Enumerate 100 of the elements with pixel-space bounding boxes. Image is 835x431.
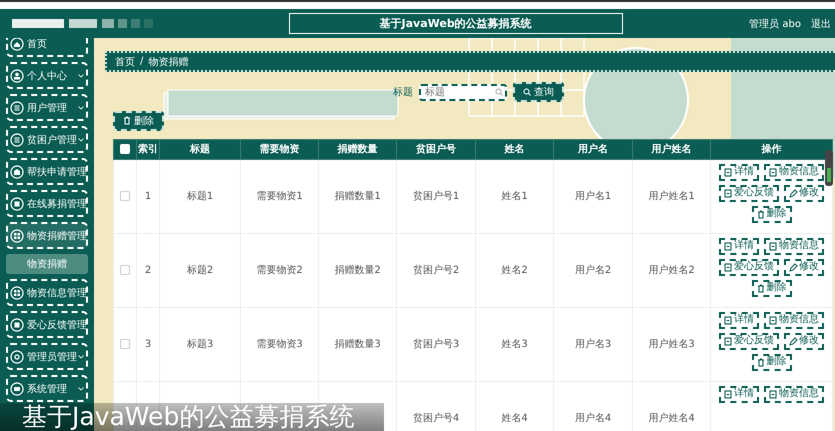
table-cell: 捐赠数量1 — [318, 159, 396, 233]
grid-icon — [10, 228, 24, 242]
table-cell: 用户姓名2 — [632, 233, 710, 307]
submenu-item[interactable]: 物资捐赠 — [6, 254, 88, 274]
action-button[interactable]: 爱心反馈 — [719, 332, 779, 350]
action-button[interactable]: 物资信息 — [764, 312, 824, 328]
building-icon — [10, 164, 24, 178]
action-button[interactable]: 修改 — [784, 258, 824, 276]
trash-icon — [123, 116, 131, 125]
menu-item[interactable]: 在线募捐管理 — [6, 190, 88, 217]
table-cell: 标题2 — [160, 233, 240, 307]
table-cell: 姓名3 — [476, 307, 554, 381]
table-cell: 需要物资2 — [240, 233, 318, 307]
menu-item[interactable]: 管理员管理 — [6, 343, 88, 370]
column-header: 姓名 — [476, 139, 554, 159]
chevron-icon — [78, 355, 84, 359]
delete-button[interactable]: 删除 — [113, 110, 164, 130]
table-cell: 用户名3 — [554, 307, 632, 381]
column-header: 索引 — [136, 139, 160, 159]
chevron-icon — [78, 138, 84, 142]
search-button[interactable]: 查询 — [513, 82, 564, 102]
table-cell: 3 — [136, 307, 160, 381]
action-button[interactable]: 修改 — [784, 184, 824, 202]
breadcrumb-link[interactable]: 物资捐赠 — [148, 54, 188, 68]
breadcrumb-separator: / — [140, 56, 144, 67]
table-cell: 用户名1 — [554, 159, 632, 233]
action-button[interactable]: 修改 — [784, 332, 824, 350]
column-header: 操作 — [710, 139, 832, 159]
table-cell: 贫困户号2 — [396, 233, 476, 307]
pencil-icon — [789, 336, 798, 346]
home-icon — [10, 38, 24, 50]
table-cell: 用户姓名1 — [632, 159, 710, 233]
document-icon — [724, 316, 733, 324]
menu-item[interactable]: 帮扶申请管理 — [6, 158, 88, 185]
breadcrumb-link[interactable]: 首页 — [115, 54, 135, 68]
grid-icon — [10, 286, 24, 300]
search-icon — [495, 88, 503, 96]
table-cell: 姓名2 — [476, 233, 554, 307]
user-icon — [10, 68, 24, 82]
table-cell: 标题1 — [160, 159, 240, 233]
menu-item[interactable]: 用户管理 — [6, 94, 88, 121]
document-icon — [769, 242, 778, 250]
user-name: 管理员 abo — [749, 18, 801, 30]
table-cell: 贫困户号1 — [396, 159, 476, 233]
action-button[interactable]: 删除 — [752, 280, 792, 296]
column-header: 贫困户号 — [396, 139, 476, 159]
document-icon — [769, 390, 778, 398]
action-button[interactable]: 详情 — [719, 312, 759, 328]
search-icon — [523, 88, 531, 96]
menu-item[interactable]: 爱心反馈管理 — [6, 311, 88, 338]
scrollbar[interactable] — [825, 150, 833, 186]
trash-icon — [756, 358, 766, 366]
document-icon — [724, 168, 733, 176]
table-cell: 捐赠数量2 — [318, 233, 396, 307]
document-icon — [724, 390, 733, 398]
action-button[interactable]: 删除 — [752, 354, 792, 370]
chat-icon — [10, 382, 24, 396]
column-header: 需要物资 — [240, 139, 318, 159]
column-header: 用户姓名 — [632, 139, 710, 159]
checkbox[interactable] — [120, 264, 130, 275]
table-cell: 用户姓名3 — [632, 307, 710, 381]
action-button[interactable]: 删除 — [752, 206, 792, 222]
document-icon — [769, 168, 778, 176]
table-cell: 标题3 — [160, 307, 240, 381]
menu-item[interactable]: 个人中心 — [6, 62, 88, 89]
table-cell: 需要物资1 — [240, 159, 318, 233]
table-cell: 贫困户号3 — [396, 307, 476, 381]
menu-item[interactable]: 首页 — [6, 38, 88, 57]
checkbox[interactable] — [120, 338, 130, 349]
search-field[interactable]: 标题 — [419, 84, 507, 100]
table-cell: 需要物资3 — [240, 307, 318, 381]
action-button[interactable]: 详情 — [719, 386, 759, 402]
checkbox[interactable] — [120, 190, 130, 201]
action-button[interactable]: 物资信息 — [764, 164, 824, 180]
table-cell: 2 — [136, 233, 160, 307]
action-button[interactable]: 详情 — [719, 238, 759, 254]
chevron-icon — [78, 106, 84, 110]
action-button[interactable]: 物资信息 — [764, 386, 824, 402]
chevron-icon — [78, 387, 84, 391]
table-cell: 1 — [136, 159, 160, 233]
action-button[interactable]: 详情 — [719, 164, 759, 180]
table-cell: 捐赠数量3 — [318, 307, 396, 381]
table-cell: 用户名2 — [554, 233, 632, 307]
menu-item[interactable]: 物资捐赠管理 — [6, 222, 88, 249]
action-button[interactable]: 物资信息 — [764, 238, 824, 254]
gear-icon — [10, 350, 24, 364]
document-icon — [724, 242, 733, 250]
window-title: 基于JavaWeb的公益募捐系统 — [288, 13, 623, 34]
table-cell: 姓名1 — [476, 159, 554, 233]
trash-icon — [756, 284, 766, 292]
menu-item[interactable]: 物资信息管理 — [6, 279, 88, 306]
search-label: 标题 — [393, 86, 413, 99]
chevron-icon — [78, 74, 84, 78]
logout-link[interactable]: 退出 — [811, 16, 831, 30]
menu-item[interactable]: 贫困户管理 — [6, 126, 88, 153]
action-button[interactable]: 爱心反馈 — [719, 184, 779, 202]
menu-item[interactable]: 系统管理 — [6, 375, 88, 402]
action-button[interactable]: 爱心反馈 — [719, 258, 779, 276]
list-icon — [10, 100, 24, 114]
document-icon — [724, 336, 733, 346]
